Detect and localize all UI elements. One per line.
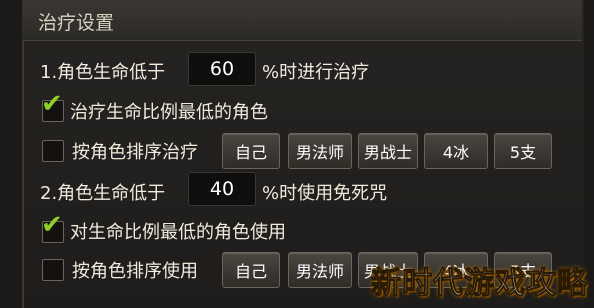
revive-threshold-label: 2.角色生命低于 xyxy=(40,183,166,204)
revive-order-checkbox[interactable] xyxy=(42,259,64,281)
heal-order-checkbox[interactable] xyxy=(42,140,64,162)
revive-lowest-checkbox[interactable]: ✔ xyxy=(41,212,64,243)
revive-order-button-male-mage[interactable]: 男法师 xyxy=(288,252,352,288)
heal-order-label: 按角色排序治疗 xyxy=(72,142,198,163)
revive-threshold-input[interactable]: 40 xyxy=(188,172,256,206)
heal-order-button-male-warrior[interactable]: 男战士 xyxy=(358,133,418,169)
revive-order-label: 按角色排序使用 xyxy=(72,261,198,282)
heal-order-button-male-mage[interactable]: 男法师 xyxy=(288,133,352,169)
revive-order-button-self[interactable]: 自己 xyxy=(222,252,280,288)
revive-lowest-label: 对生命比例最低的角色使用 xyxy=(70,222,286,243)
panel-title: 治疗设置 xyxy=(38,12,115,34)
checkmark-icon: ✔ xyxy=(41,89,63,119)
heal-order-button-4[interactable]: 4冰 xyxy=(424,133,488,169)
revive-threshold-suffix: %时使用免死咒 xyxy=(262,183,388,204)
heal-lowest-label: 治疗生命比例最低的角色 xyxy=(70,102,268,123)
watermark: 新时代游戏攻略 xyxy=(371,266,588,302)
heal-order-button-self[interactable]: 自己 xyxy=(222,133,280,169)
heal-lowest-checkbox[interactable]: ✔ xyxy=(41,91,64,122)
heal-threshold-label: 1.角色生命低于 xyxy=(40,62,166,83)
checkmark-icon: ✔ xyxy=(41,210,63,240)
heal-threshold-input[interactable]: 60 xyxy=(188,52,256,86)
heal-order-button-5[interactable]: 5支 xyxy=(494,133,552,169)
heal-threshold-suffix: %时进行治疗 xyxy=(262,62,370,83)
